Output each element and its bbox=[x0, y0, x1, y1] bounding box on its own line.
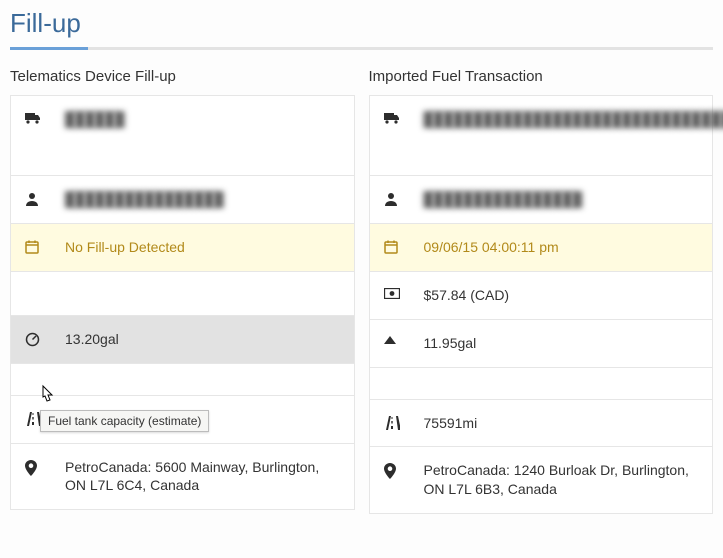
gauge-icon bbox=[25, 330, 65, 347]
telematics-column: Telematics Device Fill-up ██████ ███████… bbox=[10, 68, 355, 514]
spacer-row bbox=[370, 368, 713, 400]
calendar-icon bbox=[25, 238, 65, 254]
cost-row-empty bbox=[11, 272, 354, 316]
location-row: PetroCanada: 5600 Mainway, Burlington, O… bbox=[11, 444, 354, 510]
user-icon bbox=[384, 190, 424, 206]
telematics-header: Telematics Device Fill-up bbox=[10, 68, 355, 85]
truck-icon bbox=[25, 110, 65, 124]
pin-icon bbox=[384, 461, 424, 479]
comparison-columns: Telematics Device Fill-up ██████ ███████… bbox=[10, 68, 713, 514]
imported-column: Imported Fuel Transaction ██████████████… bbox=[369, 68, 714, 514]
empty-icon bbox=[25, 286, 65, 288]
user-icon bbox=[25, 190, 65, 206]
driver-value: ████████████████ bbox=[65, 190, 340, 209]
location-value: PetroCanada: 5600 Mainway, Burlington, O… bbox=[65, 458, 340, 496]
vehicle-value: ████████████████████████████████████████ bbox=[424, 110, 723, 129]
vehicle-row: ██████ bbox=[11, 96, 354, 176]
pin-icon bbox=[25, 458, 65, 476]
money-icon bbox=[384, 286, 424, 299]
odometer-value: 75591mi bbox=[424, 414, 699, 433]
vehicle-value: ██████ bbox=[65, 110, 340, 129]
driver-row: ████████████████ bbox=[370, 176, 713, 224]
fillup-status-row: No Fill-up Detected bbox=[11, 224, 354, 272]
odometer-row: 75591mi bbox=[370, 400, 713, 448]
volume-value: 11.95gal bbox=[424, 334, 699, 353]
location-value: PetroCanada: 1240 Burloak Dr, Burlington… bbox=[424, 461, 699, 499]
caret-up-icon bbox=[384, 334, 424, 344]
title-rule bbox=[10, 47, 713, 50]
tank-capacity-row[interactable]: 13.20gal bbox=[11, 316, 354, 364]
spacer-row bbox=[11, 364, 354, 396]
cost-value: $57.84 (CAD) bbox=[424, 286, 699, 305]
driver-value: ████████████████ bbox=[424, 190, 699, 209]
vehicle-row: ████████████████████████████████████████ bbox=[370, 96, 713, 176]
page-title: Fill-up bbox=[10, 8, 713, 41]
datetime-value: 09/06/15 04:00:11 pm bbox=[424, 238, 699, 257]
calendar-icon bbox=[384, 238, 424, 254]
truck-icon bbox=[384, 110, 424, 124]
tank-capacity-tooltip: Fuel tank capacity (estimate) bbox=[40, 410, 209, 432]
road-icon bbox=[384, 414, 424, 430]
telematics-panel: ██████ ████████████████ No Fill-up Detec… bbox=[10, 95, 355, 510]
volume-row: 11.95gal bbox=[370, 320, 713, 368]
cost-row: $57.84 (CAD) bbox=[370, 272, 713, 320]
tank-capacity-value: 13.20gal bbox=[65, 330, 340, 349]
datetime-row: 09/06/15 04:00:11 pm bbox=[370, 224, 713, 272]
fillup-status-value: No Fill-up Detected bbox=[65, 238, 340, 257]
location-row: PetroCanada: 1240 Burloak Dr, Burlington… bbox=[370, 447, 713, 513]
imported-panel: ████████████████████████████████████████… bbox=[369, 95, 714, 514]
driver-row: ████████████████ bbox=[11, 176, 354, 224]
imported-header: Imported Fuel Transaction bbox=[369, 68, 714, 85]
